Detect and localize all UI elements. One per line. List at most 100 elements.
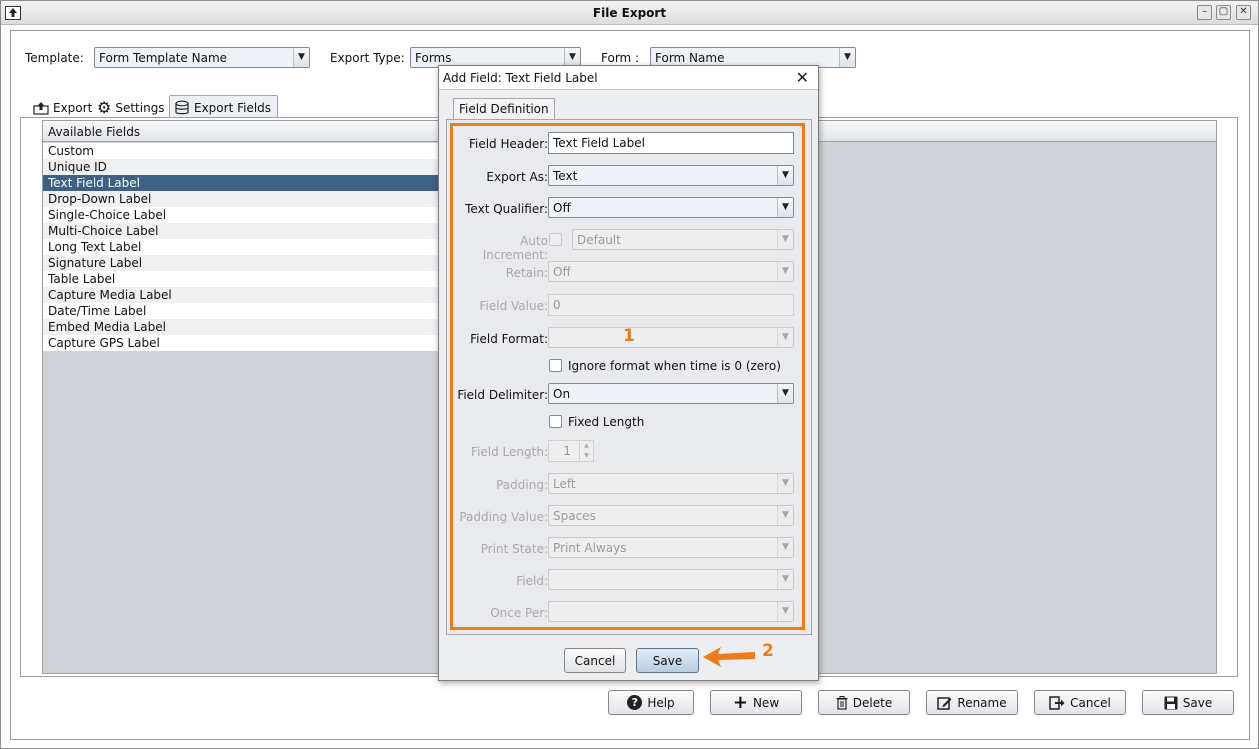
chevron-down-icon: ▼	[777, 538, 793, 557]
auto-increment-label: Auto Increment:	[482, 234, 548, 262]
tab-export[interactable]: Export	[29, 95, 98, 117]
template-label: Template:	[25, 51, 84, 65]
rename-button[interactable]: Rename	[926, 690, 1018, 715]
ignore-format-label: Ignore format when time is 0 (zero)	[568, 359, 781, 373]
field-format-select[interactable]: ▼	[548, 327, 794, 348]
available-fields-list: Custom Unique ID Text Field Label Drop-D…	[43, 143, 453, 351]
padding-label: Padding:	[496, 478, 548, 492]
ignore-format-checkbox[interactable]	[549, 359, 562, 372]
text-qualifier-select[interactable]: Off ▼	[548, 197, 794, 218]
tab-settings[interactable]: ⚙ Settings	[93, 95, 171, 117]
dialog-cancel-button[interactable]: Cancel	[564, 648, 626, 673]
text-qualifier-label: Text Qualifier:	[465, 202, 548, 216]
list-item[interactable]: Table Label	[43, 271, 453, 287]
print-state-select[interactable]: Print Always ▼	[548, 537, 794, 558]
delete-button[interactable]: Delete	[818, 690, 910, 715]
field-delimiter-label: Field Delimiter:	[457, 388, 548, 402]
gear-icon: ⚙	[97, 97, 112, 117]
cancel-button[interactable]: Cancel	[1034, 690, 1126, 715]
exit-icon	[1049, 695, 1065, 710]
spinner-down-icon[interactable]: ▼	[579, 451, 593, 461]
tab-field-definition[interactable]: Field Definition	[453, 98, 555, 120]
list-item[interactable]: Embed Media Label	[43, 319, 453, 335]
chevron-down-icon: ▼	[839, 48, 855, 67]
window-title: File Export	[592, 6, 667, 20]
chevron-down-icon: ▼	[777, 384, 793, 403]
dialog-close-icon[interactable]: ✕	[796, 68, 809, 87]
edit-icon	[937, 696, 952, 710]
field-value-input[interactable]: 0	[548, 294, 794, 316]
field-header-input[interactable]: Text Field Label	[548, 132, 794, 154]
field-delimiter-value: On	[553, 387, 571, 401]
chevron-down-icon: ▼	[777, 570, 793, 589]
new-button-label: New	[752, 695, 780, 710]
export-type-label: Export Type:	[330, 51, 405, 65]
tab-strip: Export ⚙ Settings Export Fields	[29, 95, 289, 117]
callout-number-2: 2	[762, 641, 774, 661]
list-item[interactable]: Multi-Choice Label	[43, 223, 453, 239]
save-button[interactable]: Save	[1142, 690, 1234, 715]
field-definition-panel: Field Header: Text Field Label Export As…	[446, 119, 812, 635]
auto-increment-select[interactable]: Default ▼	[572, 229, 794, 250]
template-select[interactable]: Form Template Name ▼	[94, 47, 310, 68]
field-format-label: Field Format:	[470, 332, 548, 346]
database-icon	[175, 100, 189, 115]
padding-value: Left	[553, 477, 576, 491]
save-button-label: Save	[1182, 695, 1213, 710]
fixed-length-label: Fixed Length	[568, 415, 645, 429]
dialog-titlebar: Add Field: Text Field Label ✕	[439, 66, 818, 90]
new-button[interactable]: + New	[710, 690, 802, 715]
chevron-down-icon: ▼	[293, 48, 309, 67]
tab-export-fields-label: Export Fields	[194, 101, 272, 115]
help-button[interactable]: ? Help	[608, 690, 694, 715]
list-item[interactable]: Custom	[43, 143, 453, 159]
trash-icon	[836, 695, 848, 710]
dialog-title: Add Field: Text Field Label	[443, 71, 598, 85]
dialog-save-button[interactable]: Save	[636, 648, 699, 673]
chevron-down-icon: ▼	[777, 262, 793, 281]
chevron-down-icon: ▼	[777, 474, 793, 493]
help-icon: ?	[627, 695, 643, 710]
list-item[interactable]: Capture GPS Label	[43, 335, 453, 351]
field-delimiter-select[interactable]: On ▼	[548, 383, 794, 404]
padding-value-select[interactable]: Spaces ▼	[548, 505, 794, 526]
field-label: Field:	[516, 574, 548, 588]
spinner-up-icon[interactable]: ▲	[579, 441, 593, 451]
auto-increment-value: Default	[577, 233, 621, 247]
form-label: Form :	[601, 51, 640, 65]
arrow-pointer-icon	[703, 647, 755, 667]
retain-select[interactable]: Off ▼	[548, 261, 794, 282]
list-item[interactable]: Single-Choice Label	[43, 207, 453, 223]
once-per-select[interactable]: ▼	[548, 601, 794, 622]
padding-select[interactable]: Left ▼	[548, 473, 794, 494]
print-state-label: Print State:	[480, 542, 548, 556]
list-item[interactable]: Long Text Label	[43, 239, 453, 255]
list-item[interactable]: Date/Time Label	[43, 303, 453, 319]
list-item-selected[interactable]: Text Field Label	[43, 175, 453, 191]
template-select-value: Form Template Name	[99, 51, 228, 65]
retain-value: Off	[553, 265, 571, 279]
fixed-length-checkbox[interactable]	[549, 415, 562, 428]
field-length-spinner[interactable]: 1 ▲ ▼	[548, 440, 594, 462]
chevron-down-icon: ▼	[777, 166, 793, 185]
list-item[interactable]: Signature Label	[43, 255, 453, 271]
maximize-button[interactable]: ▢	[1216, 5, 1231, 20]
auto-increment-checkbox[interactable]	[549, 233, 562, 246]
list-item[interactable]: Unique ID	[43, 159, 453, 175]
text-qualifier-value: Off	[553, 201, 571, 215]
list-item[interactable]: Capture Media Label	[43, 287, 453, 303]
list-item[interactable]: Drop-Down Label	[43, 191, 453, 207]
form-select-value: Form Name	[655, 51, 725, 65]
close-window-button[interactable]: ✕	[1236, 5, 1251, 20]
export-icon	[33, 101, 49, 115]
padding-value-value: Spaces	[553, 509, 596, 523]
export-as-select[interactable]: Text ▼	[548, 165, 794, 186]
padding-value-label: Padding Value:	[459, 510, 548, 524]
window-titlebar: File Export – ▢ ✕	[1, 1, 1258, 25]
minimize-button[interactable]: –	[1197, 5, 1212, 20]
floppy-disk-icon	[1164, 696, 1178, 709]
field-select[interactable]: ▼	[548, 569, 794, 590]
tab-export-fields[interactable]: Export Fields	[169, 95, 279, 117]
chevron-down-icon: ▼	[777, 506, 793, 525]
chevron-down-icon: ▼	[777, 602, 793, 621]
